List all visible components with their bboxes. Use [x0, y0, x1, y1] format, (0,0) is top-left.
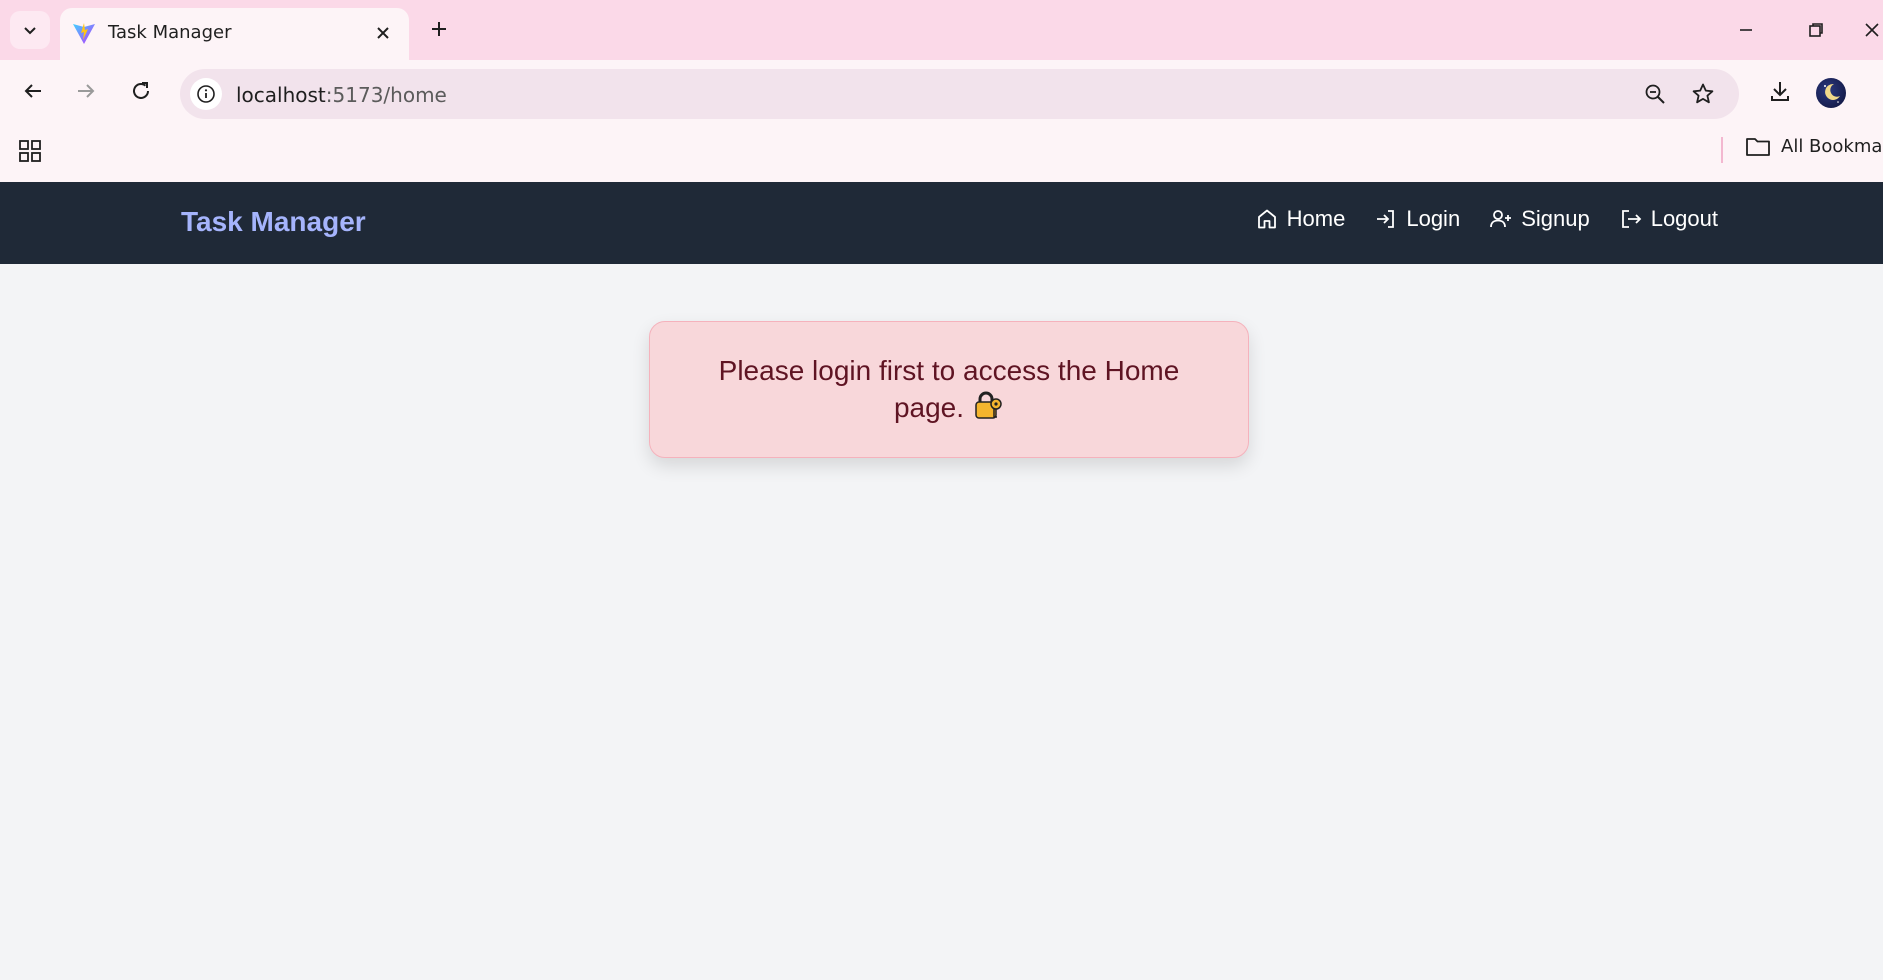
home-icon [1257, 209, 1276, 229]
browser-tab[interactable]: Task Manager [60, 8, 409, 60]
nav-signup-link[interactable]: Signup [1489, 206, 1590, 232]
arrow-right-icon [78, 84, 95, 98]
profile-avatar[interactable] [1816, 78, 1846, 108]
user-plus-icon [1490, 210, 1512, 228]
plus-icon [432, 22, 446, 36]
app-brand[interactable]: Task Manager [181, 206, 366, 238]
vite-favicon-icon [73, 23, 95, 44]
forward-button[interactable] [69, 74, 103, 108]
apps-grid-icon[interactable] [16, 137, 44, 165]
close-icon [377, 27, 389, 39]
nav-signup-label: Signup [1521, 206, 1590, 231]
browser-tabstrip: Task Manager [0, 0, 1883, 60]
download-icon [1771, 82, 1789, 101]
avatar-image-icon [1824, 83, 1840, 103]
url-path: :5173/home [325, 83, 447, 107]
nav-logout-link[interactable]: Logout [1619, 206, 1718, 232]
app-navbar: Task Manager Home Login Signup Logout [0, 182, 1883, 264]
login-icon [1377, 210, 1395, 228]
nav-login-link[interactable]: Login [1374, 206, 1460, 232]
folder-icon [1746, 138, 1770, 156]
reload-icon [133, 82, 149, 99]
nav-links: Home Login Signup Logout [1255, 206, 1718, 232]
nav-login-label: Login [1406, 206, 1461, 231]
arrow-left-icon [24, 84, 41, 98]
zoom-out-icon [1645, 84, 1665, 104]
all-bookmarks-label: All Bookmar [1781, 135, 1883, 157]
info-icon [197, 85, 215, 103]
restore-button[interactable] [1796, 12, 1836, 48]
tab-close-button[interactable] [370, 20, 396, 46]
browser-toolbar: localhost:5173/home [0, 60, 1883, 121]
chevron-down-icon [24, 27, 36, 35]
alert-message-wrapper: Please login first to access the Home pa… [690, 353, 1208, 426]
lock-key-icon [975, 391, 1002, 419]
new-tab-button[interactable] [424, 14, 454, 44]
nav-home-link[interactable]: Home [1255, 206, 1346, 232]
site-info-button[interactable] [190, 78, 222, 110]
alert-message: Please login first to access the Home pa… [718, 355, 1180, 423]
url-text[interactable]: localhost:5173/home [236, 83, 447, 107]
zoom-button[interactable] [1641, 80, 1669, 108]
reload-button[interactable] [124, 74, 158, 108]
logout-icon [1621, 210, 1641, 228]
bookmark-star-button[interactable] [1689, 80, 1717, 108]
back-button[interactable] [16, 74, 50, 108]
restore-icon [1809, 23, 1823, 37]
close-window-button[interactable] [1864, 12, 1883, 48]
nav-home-label: Home [1286, 206, 1346, 231]
all-bookmarks-button[interactable]: All Bookmar [1745, 135, 1883, 157]
url-host: localhost [236, 83, 326, 107]
address-bar[interactable]: localhost:5173/home [180, 69, 1739, 119]
bookmarks-divider [1721, 137, 1723, 163]
star-icon [1692, 83, 1714, 104]
nav-logout-label: Logout [1650, 206, 1718, 231]
close-window-icon [1865, 23, 1879, 37]
minimize-button[interactable] [1726, 12, 1766, 48]
login-required-alert: Please login first to access the Home pa… [649, 321, 1249, 458]
downloads-button[interactable] [1763, 74, 1797, 108]
tab-search-button[interactable] [10, 11, 50, 49]
minimize-icon [1740, 29, 1752, 31]
tab-title: Task Manager [108, 22, 232, 43]
bookmarks-bar: All Bookmar [0, 121, 1883, 182]
